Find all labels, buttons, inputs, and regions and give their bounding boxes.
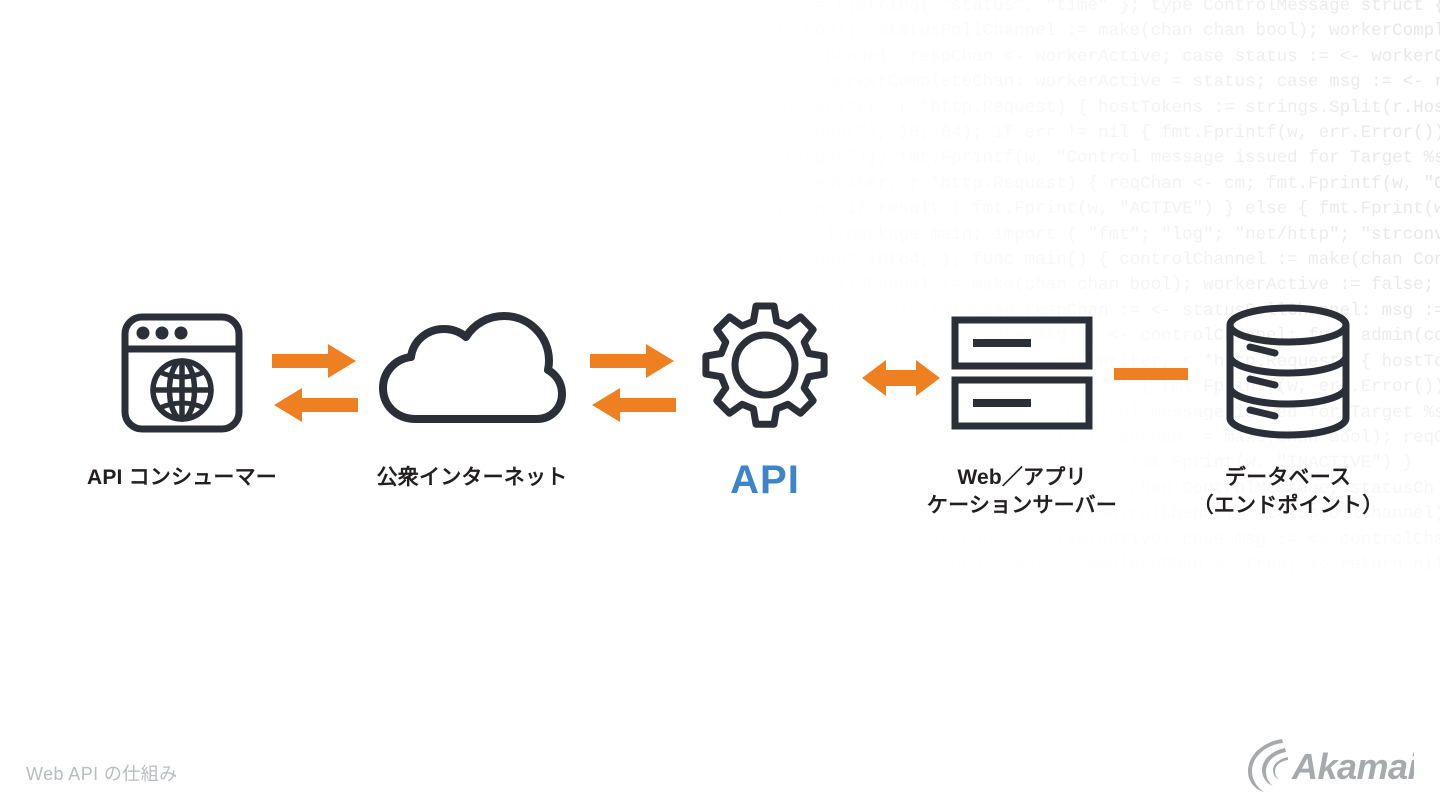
connector-internet-api xyxy=(590,342,676,429)
node-label-api-consumer: API コンシューマー xyxy=(86,466,278,489)
cloud-icon xyxy=(352,298,592,448)
slide-canvas: func main() { mux := http.NewServeMux();… xyxy=(0,0,1440,810)
api-flow-diagram: API コンシューマー 公衆インターネット API Web／アプリ ケーションサ… xyxy=(0,0,1440,810)
node-label-database: データベース （エンドポイント） xyxy=(1192,466,1384,518)
node-label-api: API xyxy=(730,458,800,502)
browser-globe-icon xyxy=(62,298,302,448)
connector-server-database xyxy=(1114,366,1188,387)
node-database: データベース （エンドポイント） xyxy=(1168,298,1408,520)
database-icon xyxy=(1168,298,1408,448)
node-api: API xyxy=(645,298,885,508)
footer-title: Web API の仕組み xyxy=(26,764,178,784)
node-label-public-internet: 公衆インターネット xyxy=(376,466,568,489)
node-public-internet: 公衆インターネット xyxy=(352,298,592,492)
connector-consumer-internet xyxy=(272,342,358,429)
gear-icon xyxy=(645,298,885,448)
node-web-app-server: Web／アプリ ケーションサーバー xyxy=(902,298,1142,520)
node-label-web-app-server: Web／アプリ ケーションサーバー xyxy=(926,466,1118,518)
node-api-consumer: API コンシューマー xyxy=(62,298,302,492)
akamai-logo: Akamai xyxy=(1238,734,1419,796)
connector-api-server xyxy=(862,356,940,405)
akamai-wordmark: Akamai xyxy=(1291,746,1414,787)
